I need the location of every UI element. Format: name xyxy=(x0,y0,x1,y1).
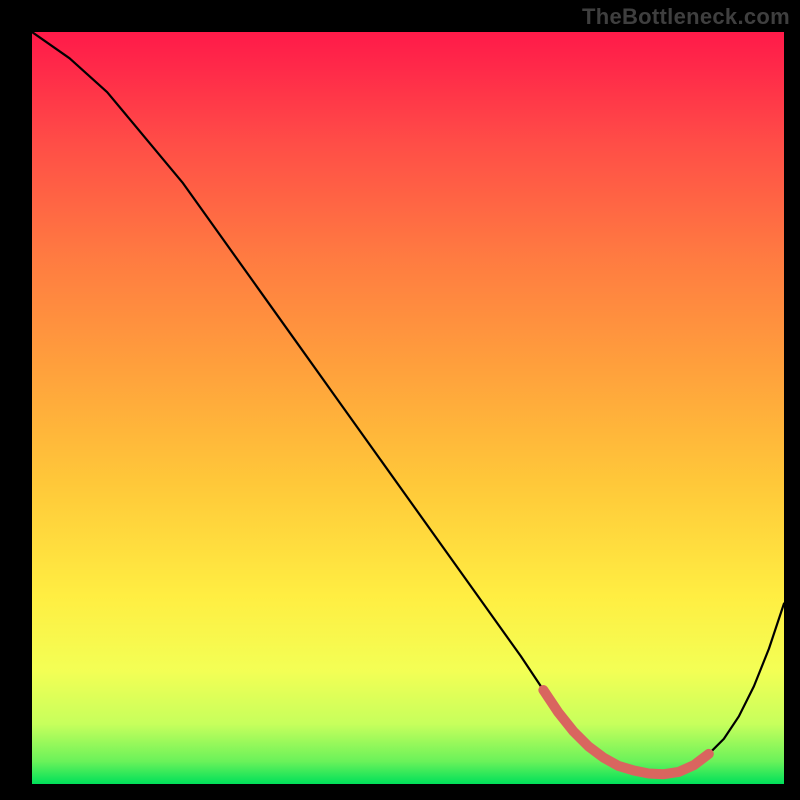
chart-svg xyxy=(32,32,784,784)
gradient-background xyxy=(32,32,784,784)
watermark-text: TheBottleneck.com xyxy=(582,4,790,30)
plot-area xyxy=(32,32,784,784)
chart-stage: TheBottleneck.com xyxy=(0,0,800,800)
